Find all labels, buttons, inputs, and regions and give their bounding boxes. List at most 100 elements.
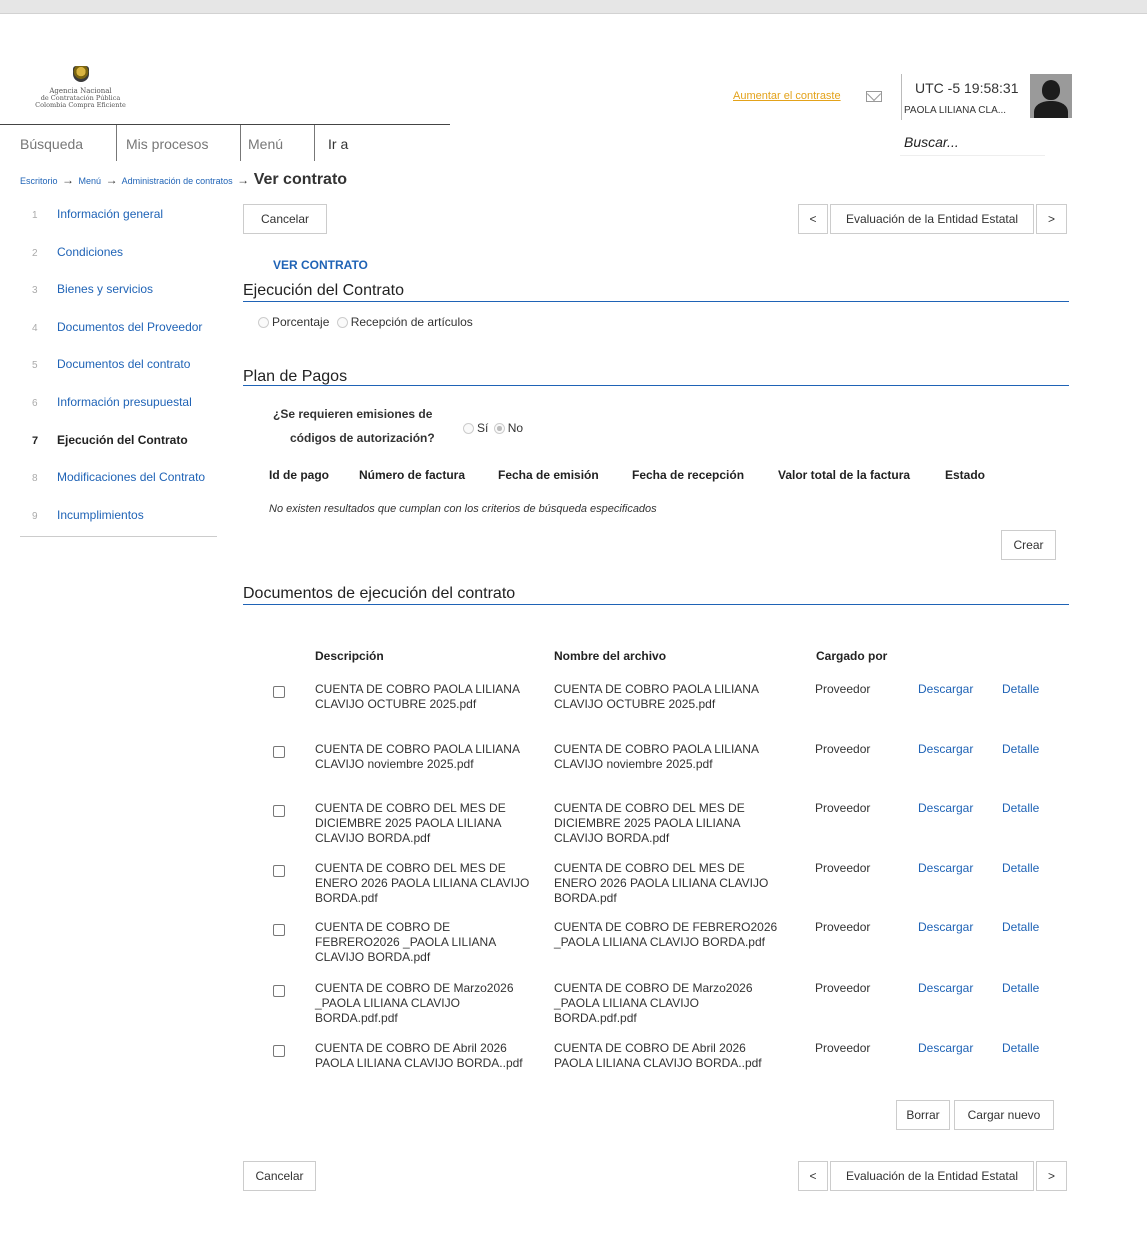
download-link[interactable]: Descargar xyxy=(918,1041,973,1055)
previous-step-button[interactable]: < xyxy=(798,204,828,234)
radio-si[interactable] xyxy=(463,423,474,434)
download-link[interactable]: Descargar xyxy=(918,742,973,756)
clock: UTC -5 19:58:31 xyxy=(915,80,1019,96)
nav-busqueda[interactable]: Búsqueda xyxy=(0,125,117,161)
cancel-button-bottom[interactable]: Cancelar xyxy=(243,1161,316,1191)
previous-step-button-bottom[interactable]: < xyxy=(798,1161,828,1191)
document-description: CUENTA DE COBRO DE Marzo2026 _PAOLA LILI… xyxy=(315,981,514,1025)
sidebar-item-informacion-general[interactable]: 1 Información general xyxy=(20,196,217,234)
row-checkbox[interactable] xyxy=(273,746,285,758)
document-row: CUENTA DE COBRO DE FEBRERO2026 _PAOLA LI… xyxy=(243,920,1069,980)
row-checkbox[interactable] xyxy=(273,865,285,877)
main-navigation: Búsqueda Mis procesos Menú Ir a xyxy=(0,124,450,162)
mail-icon[interactable] xyxy=(866,91,882,102)
row-checkbox[interactable] xyxy=(273,985,285,997)
execution-type-radios: Porcentaje Recepción de artículos xyxy=(258,315,473,329)
col-numero-factura[interactable]: Número de factura xyxy=(359,468,465,482)
row-checkbox[interactable] xyxy=(273,924,285,936)
sidebar-item-informacion-presupuestal[interactable]: 6 Información presupuestal xyxy=(20,384,217,422)
detail-link[interactable]: Detalle xyxy=(1002,981,1039,995)
col-nombre-archivo[interactable]: Nombre del archivo xyxy=(554,649,666,663)
document-uploaded-by: Proveedor xyxy=(815,742,871,756)
download-link[interactable]: Descargar xyxy=(918,682,973,696)
col-fecha-emision[interactable]: Fecha de emisión xyxy=(498,468,599,482)
breadcrumb-administracion[interactable]: Administración de contratos xyxy=(122,176,233,186)
document-row: CUENTA DE COBRO DEL MES DE ENERO 2026 PA… xyxy=(243,861,1069,921)
authorization-question-line2: códigos de autorización? xyxy=(290,431,435,445)
breadcrumb-escritorio[interactable]: Escritorio xyxy=(20,176,58,186)
col-descripcion[interactable]: Descripción xyxy=(315,649,384,663)
avatar[interactable] xyxy=(1030,74,1072,118)
empty-results-message: No existen resultados que cumplan con lo… xyxy=(269,503,657,515)
evaluation-step-button[interactable]: Evaluación de la Entidad Estatal xyxy=(830,204,1034,234)
document-row: CUENTA DE COBRO DE Abril 2026 PAOLA LILI… xyxy=(243,1041,1069,1101)
col-valor-total[interactable]: Valor total de la factura xyxy=(778,468,910,482)
breadcrumb: Escritorio → Menú → Administración de co… xyxy=(20,171,347,189)
col-id-pago[interactable]: Id de pago xyxy=(269,468,329,482)
nav-menu[interactable]: Menú xyxy=(241,125,315,161)
download-link[interactable]: Descargar xyxy=(918,801,973,815)
col-fecha-recepcion[interactable]: Fecha de recepción xyxy=(632,468,744,482)
document-filename: CUENTA DE COBRO DE FEBRERO2026 _PAOLA LI… xyxy=(554,920,778,949)
detail-link[interactable]: Detalle xyxy=(1002,742,1039,756)
radio-no[interactable] xyxy=(493,423,505,434)
section-divider xyxy=(243,604,1069,605)
document-filename: CUENTA DE COBRO PAOLA LILIANA CLAVIJO OC… xyxy=(554,682,759,711)
browser-top-bar xyxy=(0,0,1147,14)
execution-section-title: Ejecución del Contrato xyxy=(243,282,404,299)
document-uploaded-by: Proveedor xyxy=(815,801,871,815)
section-divider xyxy=(243,301,1069,302)
agency-logo[interactable]: Agencia Nacional de Contratación Pública… xyxy=(18,66,143,122)
sidebar-item-ejecucion-contrato[interactable]: 7 Ejecución del Contrato xyxy=(20,422,217,460)
document-row: CUENTA DE COBRO DEL MES DE DICIEMBRE 202… xyxy=(243,801,1069,861)
next-step-button[interactable]: > xyxy=(1036,204,1067,234)
increase-contrast-link[interactable]: Aumentar el contraste xyxy=(733,90,841,102)
cancel-button[interactable]: Cancelar xyxy=(243,204,327,234)
arrow-right-icon: → xyxy=(62,173,75,187)
row-checkbox[interactable] xyxy=(273,686,285,698)
download-link[interactable]: Descargar xyxy=(918,981,973,995)
col-estado[interactable]: Estado xyxy=(945,468,985,482)
sidebar-item-documentos-contrato[interactable]: 5 Documentos del contrato xyxy=(20,346,217,384)
radio-porcentaje[interactable] xyxy=(258,317,269,328)
evaluation-step-button-bottom[interactable]: Evaluación de la Entidad Estatal xyxy=(830,1161,1034,1191)
delete-button[interactable]: Borrar xyxy=(896,1100,950,1130)
document-description: CUENTA DE COBRO DEL MES DE DICIEMBRE 202… xyxy=(315,801,506,845)
row-checkbox[interactable] xyxy=(273,805,285,817)
document-description: CUENTA DE COBRO DE Abril 2026 PAOLA LILI… xyxy=(315,1041,523,1070)
document-row: CUENTA DE COBRO DE Marzo2026 _PAOLA LILI… xyxy=(243,981,1069,1041)
breadcrumb-menu[interactable]: Menú xyxy=(79,176,102,186)
document-row: CUENTA DE COBRO PAOLA LILIANA CLAVIJO OC… xyxy=(243,682,1069,742)
next-step-button-bottom[interactable]: > xyxy=(1036,1161,1067,1191)
nav-ir-a[interactable]: Ir a xyxy=(315,125,450,161)
row-checkbox[interactable] xyxy=(273,1045,285,1057)
search-input[interactable] xyxy=(900,128,1045,156)
sidebar-item-incumplimientos[interactable]: 9 Incumplimientos xyxy=(20,497,217,535)
download-link[interactable]: Descargar xyxy=(918,920,973,934)
detail-link[interactable]: Detalle xyxy=(1002,801,1039,815)
section-divider xyxy=(243,385,1069,386)
document-filename: CUENTA DE COBRO PAOLA LILIANA CLAVIJO no… xyxy=(554,742,759,771)
nav-mis-procesos[interactable]: Mis procesos xyxy=(117,125,241,161)
user-name[interactable]: PAOLA LILIANA CLA... xyxy=(904,105,1006,116)
document-uploaded-by: Proveedor xyxy=(815,981,871,995)
document-row: CUENTA DE COBRO PAOLA LILIANA CLAVIJO no… xyxy=(243,742,1069,802)
sidebar-item-condiciones[interactable]: 2 Condiciones xyxy=(20,234,217,272)
document-description: CUENTA DE COBRO DE FEBRERO2026 _PAOLA LI… xyxy=(315,920,496,964)
detail-link[interactable]: Detalle xyxy=(1002,920,1039,934)
sidebar-item-bienes-servicios[interactable]: 3 Bienes y servicios xyxy=(20,271,217,309)
detail-link[interactable]: Detalle xyxy=(1002,1041,1039,1055)
create-button[interactable]: Crear xyxy=(1001,530,1056,560)
upload-new-button[interactable]: Cargar nuevo xyxy=(954,1100,1054,1130)
sidebar-item-modificaciones[interactable]: 8 Modificaciones del Contrato xyxy=(20,459,217,497)
document-filename: CUENTA DE COBRO DE Abril 2026 PAOLA LILI… xyxy=(554,1041,762,1070)
document-uploaded-by: Proveedor xyxy=(815,682,871,696)
download-link[interactable]: Descargar xyxy=(918,861,973,875)
radio-recepcion-articulos[interactable] xyxy=(336,317,348,328)
document-uploaded-by: Proveedor xyxy=(815,861,871,875)
step-sidebar: 1 Información general 2 Condiciones 3 Biene… xyxy=(20,196,217,538)
sidebar-item-documentos-proveedor[interactable]: 4 Documentos del Proveedor xyxy=(20,309,217,347)
detail-link[interactable]: Detalle xyxy=(1002,682,1039,696)
detail-link[interactable]: Detalle xyxy=(1002,861,1039,875)
col-cargado-por[interactable]: Cargado por xyxy=(816,649,887,663)
